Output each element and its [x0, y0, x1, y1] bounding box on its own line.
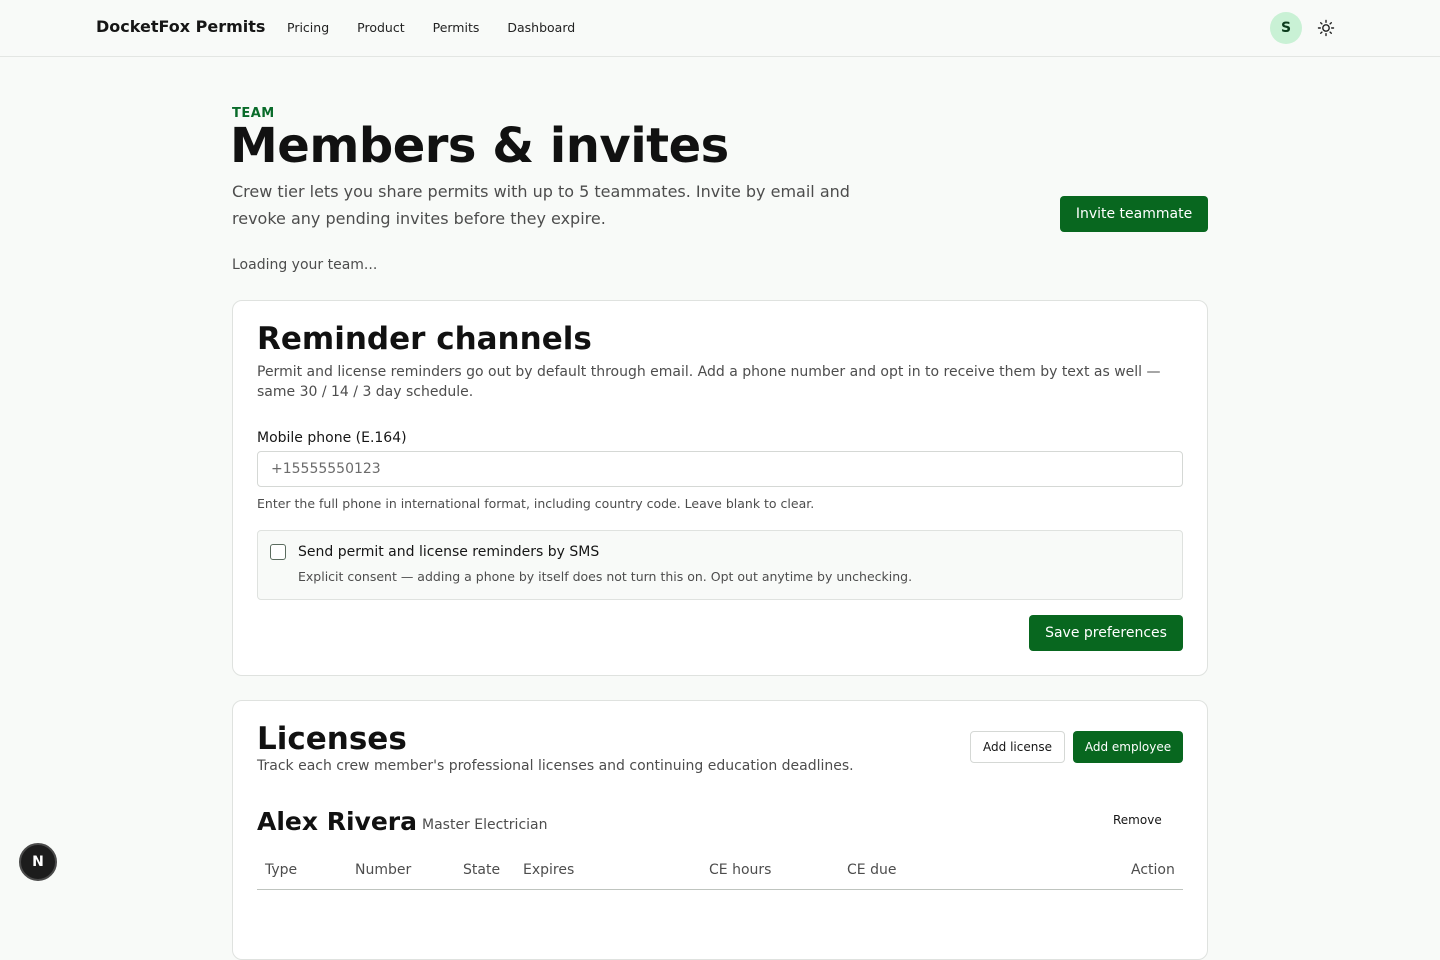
licenses-description: Track each crew member's professional li…: [257, 758, 854, 774]
avatar[interactable]: S: [1270, 12, 1302, 44]
nav-permits[interactable]: Permits: [433, 20, 480, 35]
employee-name: Alex Rivera: [257, 807, 417, 836]
phone-field-label: Mobile phone (E.164): [257, 430, 407, 446]
remove-employee-button[interactable]: Remove: [1113, 813, 1162, 827]
page-title: Members & invites: [230, 118, 729, 174]
nav-product[interactable]: Product: [357, 20, 404, 35]
column-number: Number: [355, 862, 412, 878]
add-employee-button[interactable]: Add employee: [1073, 731, 1183, 763]
sun-icon[interactable]: [1317, 19, 1335, 37]
dev-tools-badge[interactable]: N: [19, 843, 57, 881]
column-action: Action: [1131, 862, 1175, 878]
sms-consent-checkbox[interactable]: [270, 544, 286, 560]
save-preferences-button[interactable]: Save preferences: [1029, 615, 1183, 651]
loading-status: Loading your team...: [232, 257, 378, 273]
phone-input[interactable]: [257, 451, 1183, 487]
nav-dashboard[interactable]: Dashboard: [507, 20, 575, 35]
license-table-header: Type Number State Expires CE hours CE du…: [257, 851, 1183, 890]
column-state: State: [463, 862, 501, 878]
column-type: Type: [265, 862, 298, 878]
brand-logo[interactable]: DocketFox Permits: [96, 17, 265, 36]
sms-consent-box: Send permit and license reminders by SMS…: [257, 530, 1183, 600]
reminder-channels-card: Reminder channels Permit and license rem…: [232, 300, 1208, 676]
add-license-button[interactable]: Add license: [970, 731, 1065, 763]
reminder-channels-title: Reminder channels: [257, 321, 592, 357]
column-ce-due: CE due: [847, 862, 897, 878]
phone-help-text: Enter the full phone in international fo…: [257, 496, 815, 511]
main-nav: Pricing Product Permits Dashboard: [287, 20, 575, 35]
employee-role: Master Electrician: [422, 817, 548, 833]
licenses-title: Licenses: [257, 721, 407, 757]
column-ce-hours: CE hours: [709, 862, 772, 878]
page-description: Crew tier lets you share permits with up…: [232, 182, 850, 228]
top-navbar: DocketFox Permits Pricing Product Permit…: [0, 0, 1440, 57]
sms-consent-label[interactable]: Send permit and license reminders by SMS: [298, 544, 599, 560]
column-expires: Expires: [523, 862, 575, 878]
licenses-card: Licenses Track each crew member's profes…: [232, 700, 1208, 960]
invite-teammate-button[interactable]: Invite teammate: [1060, 196, 1208, 232]
reminder-channels-description: Permit and license reminders go out by d…: [257, 364, 1161, 400]
sms-consent-subtext: Explicit consent — adding a phone by its…: [298, 569, 913, 584]
nav-pricing[interactable]: Pricing: [287, 20, 329, 35]
